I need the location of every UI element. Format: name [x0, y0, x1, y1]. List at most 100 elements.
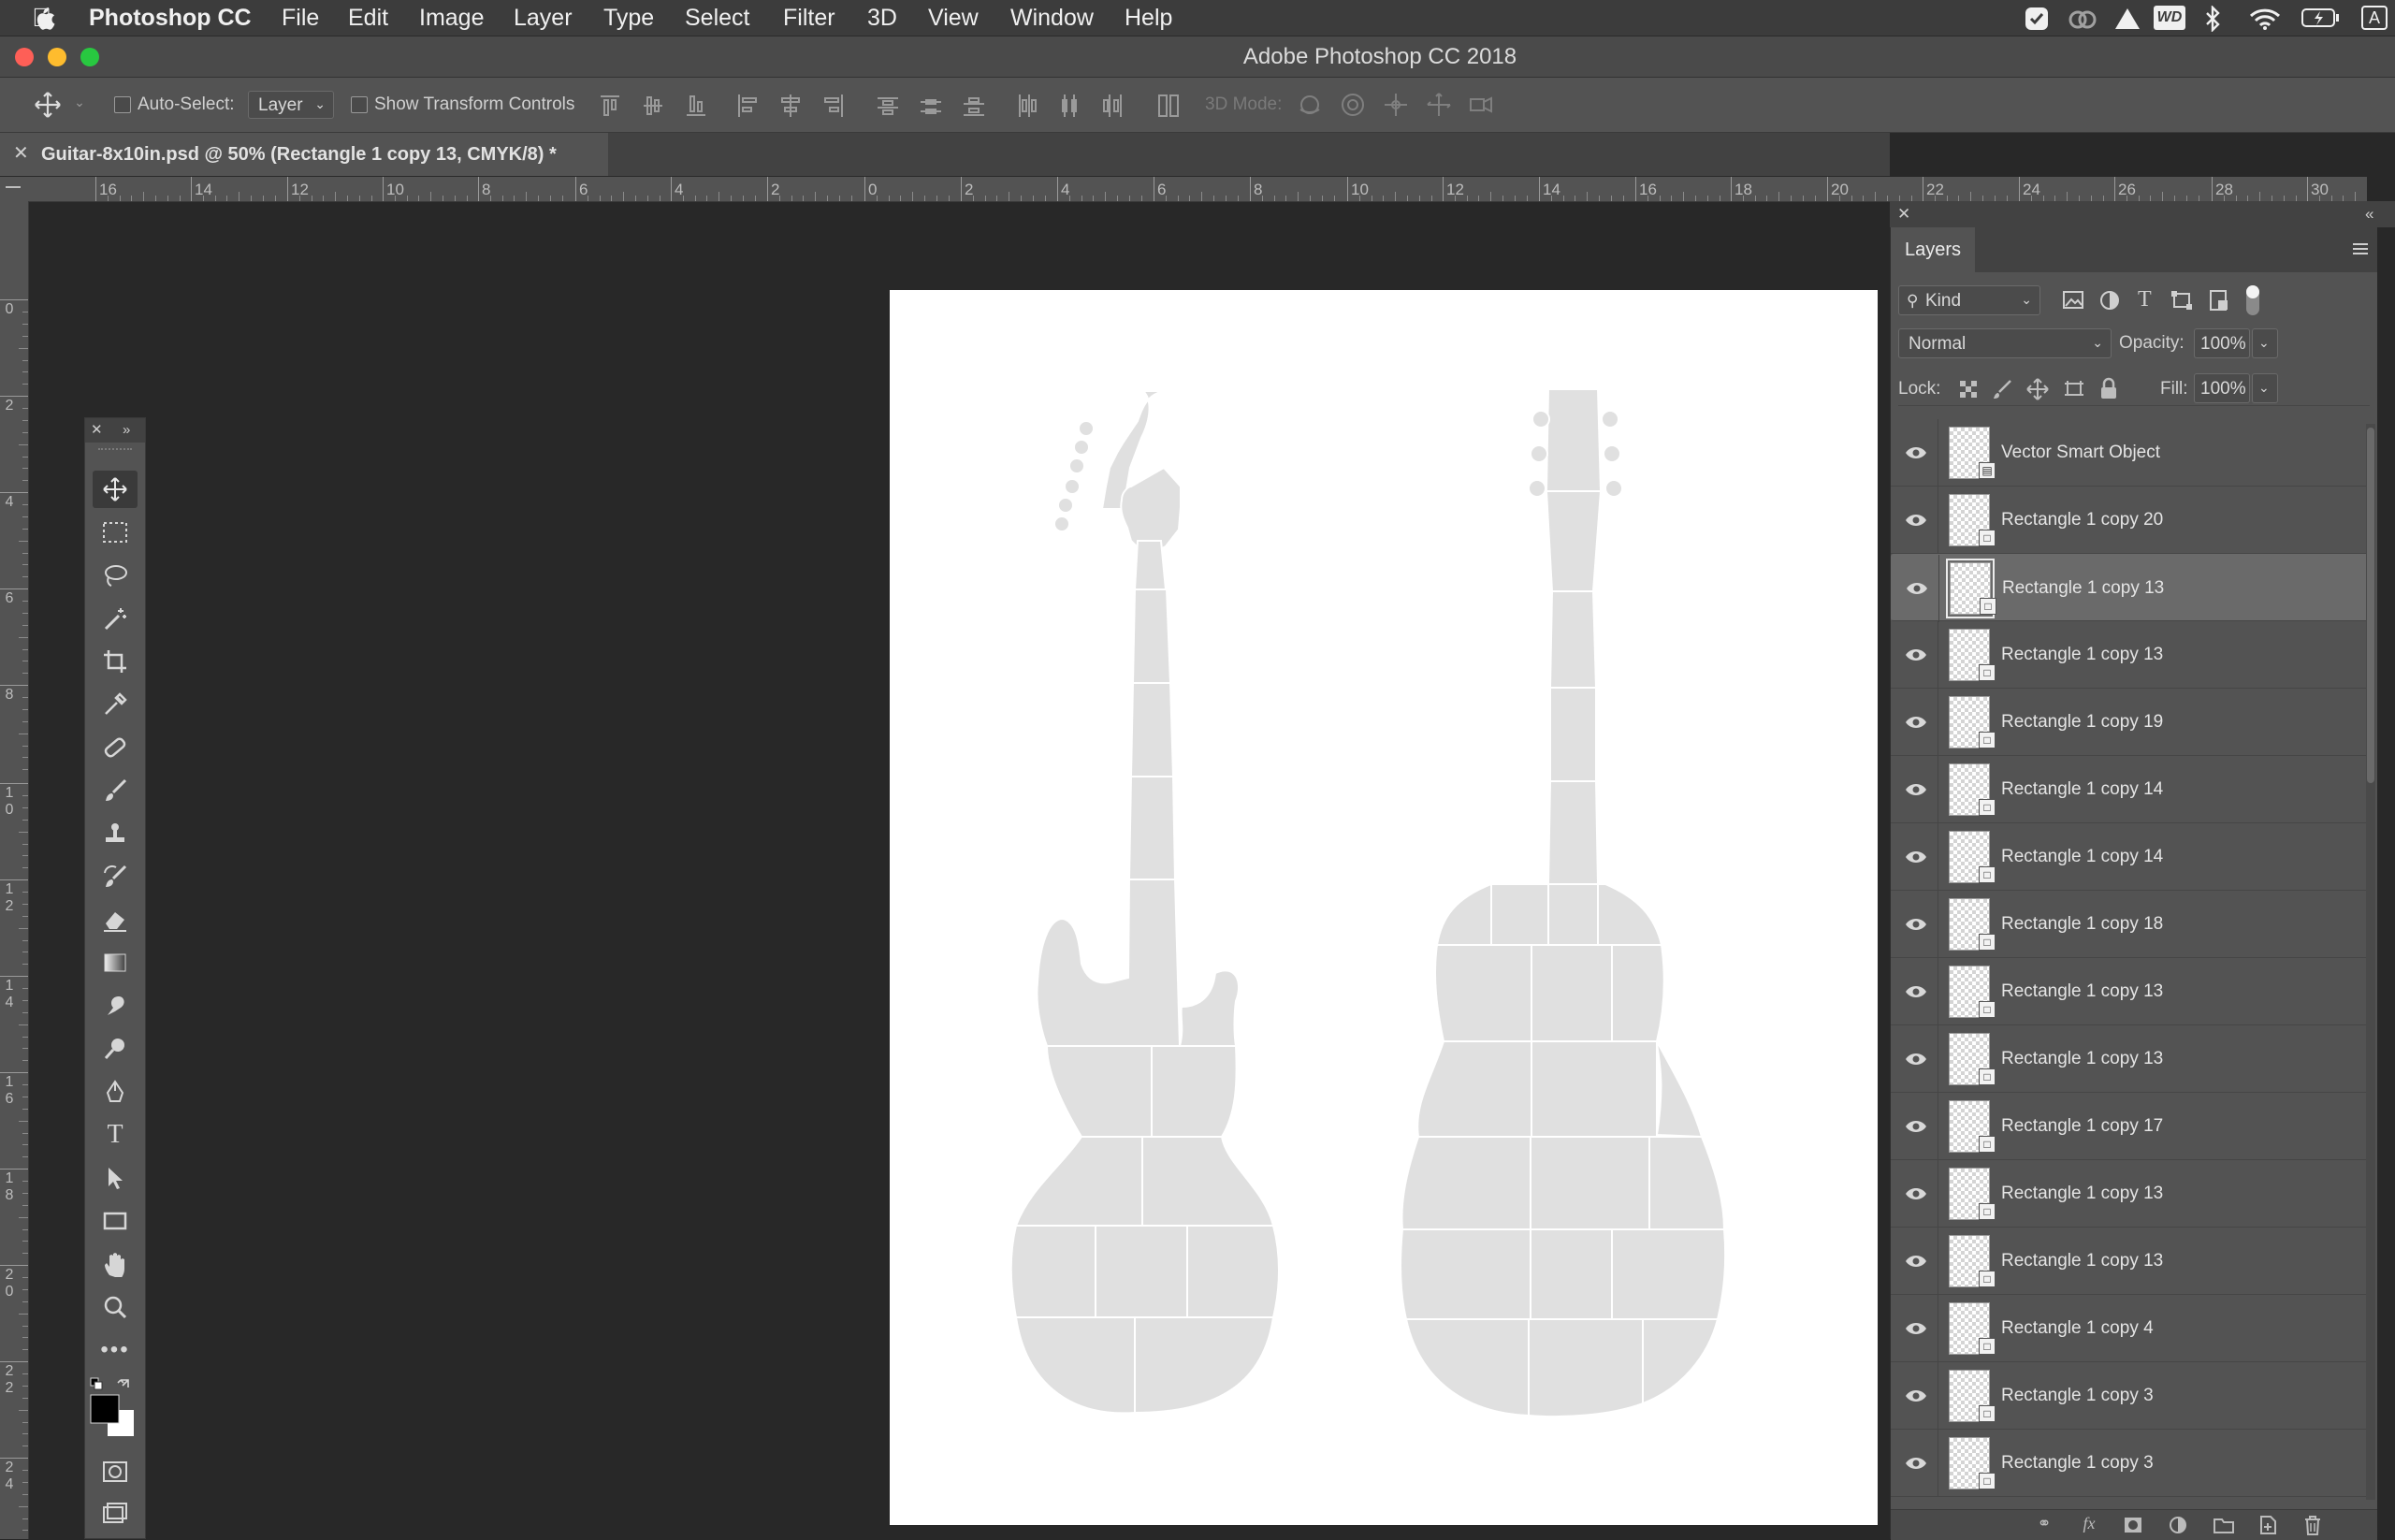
- layers-tab[interactable]: Layers: [1891, 227, 1975, 272]
- menu-filter[interactable]: Filter: [783, 0, 835, 36]
- marquee-tool[interactable]: [93, 514, 138, 551]
- fill-slider-button[interactable]: ⌄: [2252, 373, 2278, 403]
- filter-toggle[interactable]: [2246, 285, 2259, 315]
- close-icon[interactable]: ✕: [91, 418, 103, 443]
- close-panel-icon[interactable]: ✕: [1897, 201, 1910, 227]
- menu-view[interactable]: View: [928, 0, 979, 36]
- screen-mode-button[interactable]: [93, 1494, 138, 1532]
- history-brush-tool[interactable]: [93, 858, 138, 895]
- layer-row[interactable]: □ Rectangle 1 copy 3: [1891, 1362, 2368, 1430]
- layer-row[interactable]: □ Rectangle 1 copy 4: [1891, 1295, 2368, 1362]
- visibility-eye-icon[interactable]: [1902, 487, 1930, 554]
- add-mask-icon[interactable]: [2123, 1516, 2143, 1534]
- layer-row[interactable]: □ Rectangle 1 copy 14: [1891, 823, 2368, 891]
- move-tool[interactable]: [93, 471, 138, 508]
- fx-icon[interactable]: fx: [2076, 1514, 2102, 1533]
- hand-tool[interactable]: [93, 1245, 138, 1283]
- opacity-input[interactable]: 100%: [2194, 328, 2250, 358]
- panel-grip[interactable]: [98, 448, 132, 454]
- dodge-tool[interactable]: [93, 1030, 138, 1068]
- close-tab-icon[interactable]: ✕: [13, 133, 29, 174]
- filter-adjustment-icon[interactable]: [2098, 289, 2125, 312]
- link-layers-icon[interactable]: ⚭: [2031, 1514, 2057, 1533]
- visibility-eye-icon[interactable]: [1902, 1295, 1930, 1362]
- scrollbar-thumb[interactable]: [2367, 428, 2374, 783]
- menu-3d[interactable]: 3D: [867, 0, 897, 36]
- menu-layer[interactable]: Layer: [514, 0, 573, 36]
- layer-row[interactable]: □ Rectangle 1 copy 13: [1891, 958, 2368, 1025]
- creative-cloud-icon[interactable]: [2068, 7, 2097, 31]
- show-transform-checkbox[interactable]: [351, 96, 368, 113]
- path-selection-tool[interactable]: [93, 1159, 138, 1197]
- new-group-icon[interactable]: [2213, 1516, 2235, 1534]
- layer-row[interactable]: □ Rectangle 1 copy 14: [1891, 756, 2368, 823]
- visibility-eye-icon[interactable]: [1902, 1430, 1930, 1497]
- visibility-eye-icon[interactable]: [1902, 1025, 1930, 1093]
- collapse-panel-icon[interactable]: «: [2365, 201, 2373, 227]
- new-layer-icon[interactable]: [2257, 1515, 2278, 1535]
- menu-select[interactable]: Select: [685, 0, 749, 36]
- menu-file[interactable]: File: [282, 0, 319, 36]
- more-tools[interactable]: •••: [93, 1331, 138, 1369]
- visibility-eye-icon[interactable]: [1902, 689, 1930, 756]
- visibility-eye-icon[interactable]: [1902, 891, 1930, 958]
- smudge-tool[interactable]: [93, 987, 138, 1024]
- menu-type[interactable]: Type: [603, 0, 654, 36]
- menu-edit[interactable]: Edit: [348, 0, 388, 36]
- filter-kind-dropdown[interactable]: ⚲ Kind ⌄: [1898, 285, 2040, 315]
- layer-row[interactable]: □ Rectangle 1 copy 13: [1891, 554, 2368, 622]
- wd-icon[interactable]: WD: [2154, 6, 2185, 30]
- quick-mask-button[interactable]: [93, 1453, 138, 1490]
- lock-artboard-icon[interactable]: [2063, 379, 2085, 400]
- adjustment-layer-icon[interactable]: [2168, 1515, 2188, 1535]
- magic-wand-tool[interactable]: [93, 600, 138, 637]
- document-canvas[interactable]: [890, 290, 1878, 1525]
- visibility-eye-icon[interactable]: [1902, 419, 1930, 487]
- drive-icon[interactable]: [2114, 7, 2141, 31]
- layer-row[interactable]: □ Rectangle 1 copy 13: [1891, 1160, 2368, 1228]
- lasso-tool[interactable]: [93, 557, 138, 594]
- shield-check-icon[interactable]: [2025, 7, 2049, 31]
- panel-menu-icon[interactable]: [2351, 240, 2370, 259]
- wifi-icon[interactable]: [2249, 7, 2281, 30]
- rectangle-tool[interactable]: [93, 1202, 138, 1240]
- app-menu[interactable]: Photoshop CC: [89, 0, 252, 36]
- pen-tool[interactable]: [93, 1073, 138, 1111]
- visibility-eye-icon[interactable]: [1903, 555, 1931, 622]
- document-tab[interactable]: ✕ Guitar-8x10in.psd @ 50% (Rectangle 1 c…: [0, 133, 608, 176]
- filter-pixel-icon[interactable]: [2061, 289, 2087, 312]
- menu-help[interactable]: Help: [1125, 0, 1172, 36]
- layer-row[interactable]: □ Rectangle 1 copy 19: [1891, 689, 2368, 756]
- lock-position-icon[interactable]: [2025, 377, 2050, 401]
- horizontal-ruler[interactable]: 16 14 12 10 8 6 4 2 0 2 4 6 8 10 12 14 16 18 20 22 24 26 28 30: [28, 177, 2367, 202]
- auto-select-checkbox[interactable]: [114, 96, 131, 113]
- blend-mode-dropdown[interactable]: Normal ⌄: [1898, 328, 2112, 358]
- visibility-eye-icon[interactable]: [1902, 1093, 1930, 1160]
- visibility-eye-icon[interactable]: [1902, 1228, 1930, 1295]
- menu-image[interactable]: Image: [419, 0, 484, 36]
- layer-row[interactable]: □ Rectangle 1 copy 13: [1891, 1228, 2368, 1295]
- auto-select-dropdown[interactable]: Layer ⌄: [248, 91, 334, 119]
- eyedropper-tool[interactable]: [93, 686, 138, 723]
- type-tool[interactable]: T: [93, 1116, 138, 1154]
- opacity-slider-button[interactable]: ⌄: [2252, 328, 2278, 358]
- visibility-eye-icon[interactable]: [1902, 1160, 1930, 1228]
- lock-pixels-icon[interactable]: [1992, 379, 2012, 400]
- bluetooth-icon[interactable]: [2203, 6, 2222, 32]
- eraser-tool[interactable]: [93, 901, 138, 938]
- lock-all-icon[interactable]: [2098, 377, 2119, 401]
- visibility-eye-icon[interactable]: [1902, 756, 1930, 823]
- filter-shape-icon[interactable]: [2170, 289, 2196, 312]
- layer-row[interactable]: □ Rectangle 1 copy 3: [1891, 1430, 2368, 1497]
- layer-row[interactable]: □ Rectangle 1 copy 18: [1891, 891, 2368, 958]
- lock-transparent-icon[interactable]: [1958, 379, 1979, 400]
- layer-row[interactable]: □ Rectangle 1 copy 13: [1891, 1025, 2368, 1093]
- gradient-tool[interactable]: [93, 944, 138, 981]
- healing-brush-tool[interactable]: [93, 729, 138, 766]
- chevron-down-icon[interactable]: ⌄: [71, 94, 88, 110]
- color-swatches[interactable]: [89, 1376, 143, 1442]
- filter-type-icon[interactable]: T: [2138, 285, 2152, 313]
- expand-icon[interactable]: »: [123, 418, 130, 443]
- battery-icon[interactable]: [2301, 7, 2341, 28]
- layer-list-scrollbar[interactable]: [2366, 424, 2375, 1500]
